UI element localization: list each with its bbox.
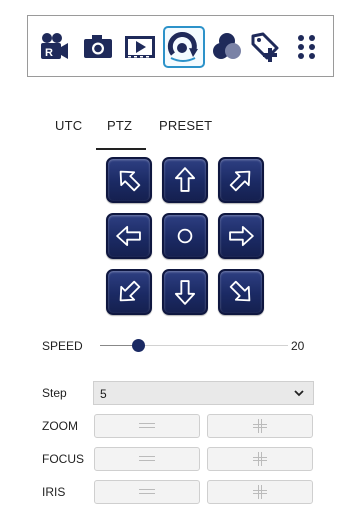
tab-utc[interactable]: UTC: [55, 118, 82, 133]
step-select[interactable]: 5: [93, 381, 314, 405]
speed-value: 20: [291, 339, 305, 353]
step-label: Step: [42, 386, 67, 400]
pan-left-button[interactable]: [106, 213, 152, 259]
arrow-left-icon: [116, 225, 141, 247]
pan-right-button[interactable]: [218, 213, 264, 259]
pan-up-right-button[interactable]: [218, 157, 264, 203]
plus-icon: [253, 452, 267, 466]
arrow-up-right-icon: [229, 170, 251, 192]
toolbar: R: [27, 15, 334, 77]
color-adjust-icon[interactable]: [210, 30, 244, 64]
plus-icon: [253, 419, 267, 433]
arrow-down-left-icon: [119, 280, 141, 302]
arrow-up-left-icon: [119, 170, 141, 192]
snapshot-camera-icon[interactable]: [81, 30, 115, 64]
minus-icon: [139, 423, 155, 428]
arrow-down-right-icon: [229, 280, 251, 302]
step-value: 5: [100, 387, 107, 401]
iris-label: IRIS: [42, 485, 66, 499]
chevron-down-icon: [294, 390, 304, 397]
add-tag-icon[interactable]: [249, 30, 283, 64]
zoom-label: ZOOM: [42, 419, 78, 433]
playback-icon[interactable]: [123, 30, 157, 64]
more-grid-icon[interactable]: [290, 30, 324, 64]
iris-open-button[interactable]: [207, 480, 313, 504]
pan-up-button[interactable]: [162, 157, 208, 203]
tab-preset[interactable]: PRESET: [159, 118, 212, 133]
zoom-out-button[interactable]: [94, 414, 200, 438]
arrow-down-icon: [174, 280, 196, 305]
minus-icon: [139, 489, 155, 494]
speed-slider-thumb[interactable]: [132, 339, 145, 352]
pan-up-left-button[interactable]: [106, 157, 152, 203]
arrow-up-icon: [174, 167, 196, 192]
pan-down-button[interactable]: [162, 269, 208, 315]
circle-icon: [177, 228, 193, 244]
record-camera-icon[interactable]: R: [37, 30, 71, 64]
focus-label: FOCUS: [42, 452, 84, 466]
svg-text:R: R: [45, 47, 53, 59]
iris-close-button[interactable]: [94, 480, 200, 504]
tab-bar: UTC PTZ PRESET: [0, 112, 361, 152]
tab-ptz[interactable]: PTZ: [107, 118, 132, 133]
arrow-right-icon: [229, 225, 254, 247]
focus-far-button[interactable]: [207, 447, 313, 471]
active-tab-indicator: [96, 148, 146, 150]
pan-down-right-button[interactable]: [218, 269, 264, 315]
pan-down-left-button[interactable]: [106, 269, 152, 315]
focus-near-button[interactable]: [94, 447, 200, 471]
speed-label: SPEED: [42, 339, 83, 353]
ptz-home-button[interactable]: [162, 213, 208, 259]
plus-icon: [253, 485, 267, 499]
zoom-in-button[interactable]: [207, 414, 313, 438]
minus-icon: [139, 456, 155, 461]
ptz-control-icon[interactable]: [163, 26, 205, 68]
